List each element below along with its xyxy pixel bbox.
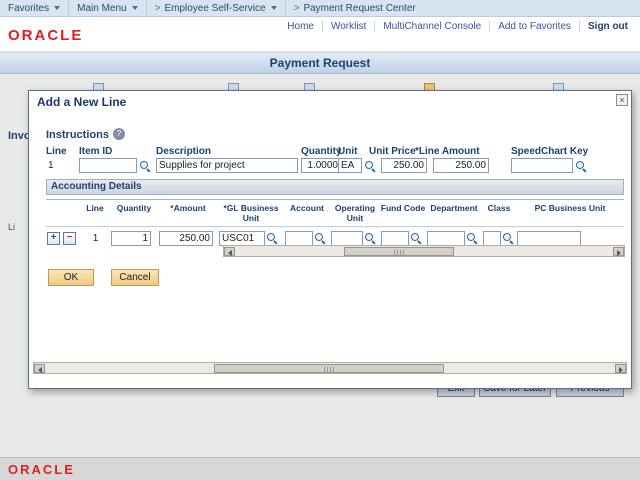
header: ORACLE Home Worklist MultiChannel Consol… bbox=[0, 17, 640, 52]
speedchart-lookup-icon[interactable] bbox=[575, 160, 587, 172]
column-header-class: Class bbox=[482, 202, 516, 224]
quantity-input[interactable] bbox=[301, 158, 341, 173]
unit-label: Unit bbox=[338, 146, 357, 157]
background-partial-label: Li bbox=[8, 222, 15, 232]
add-row-button[interactable]: + bbox=[47, 232, 60, 245]
delete-row-button[interactable]: − bbox=[63, 232, 76, 245]
breadcrumb: Favorites Main Menu > Employee Self-Serv… bbox=[0, 0, 640, 17]
cancel-button[interactable]: Cancel bbox=[111, 269, 159, 286]
department-lookup-icon[interactable] bbox=[466, 232, 478, 244]
line-amount-input[interactable] bbox=[433, 158, 489, 173]
sign-out-link[interactable]: Sign out bbox=[580, 21, 636, 32]
accounting-row: + − 1 bbox=[46, 231, 624, 246]
add-to-favorites-link[interactable]: Add to Favorites bbox=[490, 21, 580, 32]
row-account-input[interactable] bbox=[285, 231, 313, 246]
instructions-link[interactable]: Instructions bbox=[46, 129, 109, 141]
modal-title: Add a New Line bbox=[37, 95, 126, 109]
breadcrumb-label: Main Menu bbox=[77, 3, 126, 14]
row-department-input[interactable] bbox=[427, 231, 465, 246]
column-header-amount: *Amount bbox=[158, 202, 218, 224]
close-icon[interactable]: × bbox=[616, 94, 628, 106]
accounting-details-header: Accounting Details bbox=[46, 179, 624, 195]
accounting-grid: Line Quantity *Amount *GL Business Unit … bbox=[46, 199, 624, 246]
grid-horizontal-scrollbar[interactable] bbox=[223, 245, 625, 257]
header-links: Home Worklist MultiChannel Console Add t… bbox=[279, 21, 636, 32]
column-header-department: Department bbox=[426, 202, 482, 224]
column-header-operating-unit: Operating Unit bbox=[330, 202, 380, 224]
caret-down-icon bbox=[271, 6, 277, 10]
column-header-line: Line bbox=[80, 202, 110, 224]
column-header-fund-code: Fund Code bbox=[380, 202, 426, 224]
line-amount-label: *Line Amount bbox=[415, 146, 480, 157]
multichannel-console-link[interactable]: MultiChannel Console bbox=[375, 21, 490, 32]
caret-down-icon bbox=[132, 6, 138, 10]
unit-lookup-icon[interactable] bbox=[364, 160, 376, 172]
row-quantity-input[interactable] bbox=[111, 231, 151, 246]
class-lookup-icon[interactable] bbox=[502, 232, 514, 244]
speedchart-key-label: SpeedChart Key bbox=[511, 146, 588, 157]
breadcrumb-employee-self-service[interactable]: > Employee Self-Service bbox=[147, 0, 286, 16]
unit-price-label: Unit Price bbox=[369, 146, 416, 157]
description-label: Description bbox=[156, 146, 211, 157]
column-header-account: Account bbox=[284, 202, 330, 224]
help-icon[interactable]: ? bbox=[113, 128, 125, 140]
line-label: Line bbox=[46, 146, 67, 157]
breadcrumb-favorites[interactable]: Favorites bbox=[0, 0, 69, 16]
row-class-input[interactable] bbox=[483, 231, 501, 246]
ok-button[interactable]: OK bbox=[48, 269, 94, 286]
gl-business-unit-lookup-icon[interactable] bbox=[266, 232, 278, 244]
breadcrumb-label: Payment Request Center bbox=[303, 3, 415, 14]
quantity-label: Quantity bbox=[301, 146, 342, 157]
column-header-quantity: Quantity bbox=[110, 202, 158, 224]
footer: ORACLE bbox=[0, 457, 640, 480]
speedchart-key-input[interactable] bbox=[511, 158, 573, 173]
description-input[interactable] bbox=[156, 158, 298, 173]
scroll-right-icon[interactable] bbox=[615, 364, 626, 373]
account-lookup-icon[interactable] bbox=[314, 232, 326, 244]
unit-input[interactable] bbox=[338, 158, 362, 173]
item-id-lookup-icon[interactable] bbox=[139, 160, 151, 172]
oracle-logo: ORACLE bbox=[8, 27, 83, 44]
column-header-pc-business-unit: PC Business Unit bbox=[516, 202, 624, 224]
row-amount-input[interactable] bbox=[159, 231, 213, 246]
item-id-input[interactable] bbox=[79, 158, 137, 173]
breadcrumb-payment-request-center[interactable]: > Payment Request Center bbox=[286, 0, 424, 16]
breadcrumb-separator: > bbox=[294, 3, 300, 14]
caret-down-icon bbox=[54, 6, 60, 10]
line-number-value: 1 bbox=[48, 160, 54, 171]
item-id-label: Item ID bbox=[79, 146, 112, 157]
screen: Favorites Main Menu > Employee Self-Serv… bbox=[0, 0, 640, 480]
add-new-line-modal: Add a New Line × Instructions ? Line Ite… bbox=[28, 90, 632, 389]
row-line-number: 1 bbox=[93, 233, 99, 244]
row-actions-column bbox=[46, 202, 80, 224]
scroll-left-icon[interactable] bbox=[224, 247, 235, 256]
scroll-left-icon[interactable] bbox=[34, 364, 45, 373]
home-link[interactable]: Home bbox=[279, 21, 323, 32]
accounting-grid-header: Line Quantity *Amount *GL Business Unit … bbox=[46, 199, 624, 227]
row-operating-unit-input[interactable] bbox=[331, 231, 363, 246]
breadcrumb-separator: > bbox=[155, 3, 161, 14]
unit-price-input[interactable] bbox=[381, 158, 427, 173]
fund-code-lookup-icon[interactable] bbox=[410, 232, 422, 244]
breadcrumb-label: Employee Self-Service bbox=[164, 3, 265, 14]
row-fund-code-input[interactable] bbox=[381, 231, 409, 246]
row-pc-business-unit-input[interactable] bbox=[517, 231, 581, 246]
breadcrumb-main-menu[interactable]: Main Menu bbox=[69, 0, 146, 16]
scroll-right-icon[interactable] bbox=[613, 247, 624, 256]
worklist-link[interactable]: Worklist bbox=[323, 21, 375, 32]
page-title: Payment Request bbox=[0, 52, 640, 74]
column-header-gl-business-unit: *GL Business Unit bbox=[218, 202, 284, 224]
scrollbar-thumb[interactable] bbox=[214, 364, 444, 373]
scrollbar-thumb[interactable] bbox=[344, 247, 454, 256]
modal-horizontal-scrollbar[interactable] bbox=[33, 362, 627, 374]
breadcrumb-label: Favorites bbox=[8, 3, 49, 14]
oracle-footer-logo: ORACLE bbox=[8, 462, 75, 477]
row-gl-business-unit-input[interactable] bbox=[219, 231, 265, 246]
operating-unit-lookup-icon[interactable] bbox=[364, 232, 376, 244]
